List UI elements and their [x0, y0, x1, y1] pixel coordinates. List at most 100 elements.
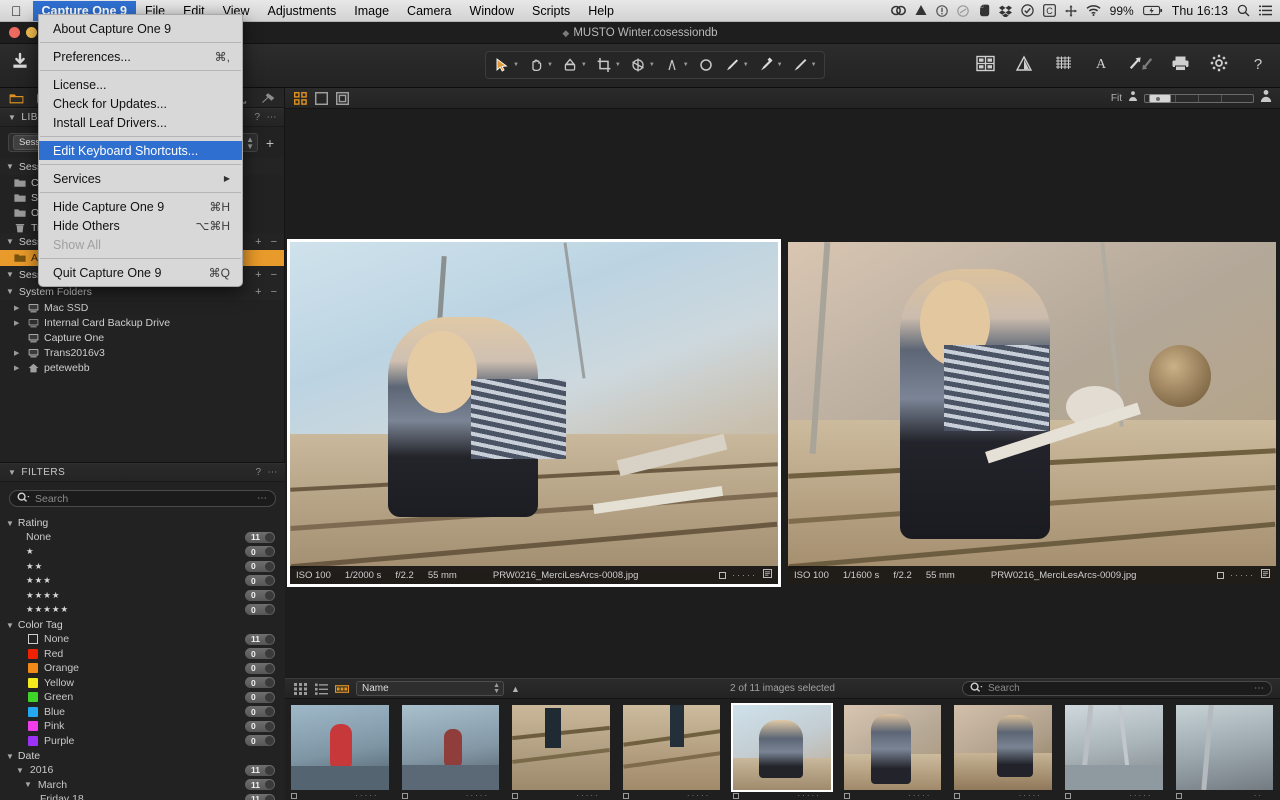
moire-grid-icon[interactable]: [1051, 51, 1075, 75]
filter-row-rating-5[interactable]: ★★★★★ 0: [0, 603, 285, 618]
filter-row-color-pink[interactable]: Pink 0: [0, 719, 285, 734]
thumbnail-5[interactable]: ····· PRW0216_...rcs-0009.jpg: [838, 702, 948, 800]
color-tag-badge[interactable]: [733, 792, 740, 799]
menu-item-edit-keyboard-shortcuts[interactable]: Edit Keyboard Shortcuts...: [39, 141, 242, 160]
help-icon[interactable]: ?: [254, 112, 260, 123]
sort-direction-icon[interactable]: ▲: [511, 684, 520, 694]
filters-search-field[interactable]: Search ⋯: [9, 490, 276, 507]
keystone-tool[interactable]: ▼: [660, 54, 692, 76]
spotlight-search-icon[interactable]: [1237, 4, 1250, 17]
spot-removal-tool[interactable]: [694, 54, 718, 76]
menu-item-install-leaf-drivers[interactable]: Install Leaf Drivers...: [39, 113, 242, 132]
exposure-warning-icon[interactable]: [1012, 51, 1036, 75]
chevron-down-icon[interactable]: ▼: [16, 766, 24, 775]
menu-camera[interactable]: Camera: [398, 1, 460, 21]
grid-view-icon[interactable]: [293, 682, 307, 695]
multi-view-icon[interactable]: [293, 91, 308, 105]
rating-dots[interactable]: ·····: [1129, 791, 1162, 800]
filter-row-color-green[interactable]: Green 0: [0, 690, 285, 705]
thumbnail-4[interactable]: ····· PRW0216_...rcs-0008.jpg: [727, 702, 837, 800]
remove-favorite-button[interactable]: −: [271, 269, 277, 281]
white-balance-picker-tool[interactable]: ▼: [558, 54, 590, 76]
cursor-tool[interactable]: ▼: [490, 54, 522, 76]
erase-mask-tool[interactable]: ▼: [754, 54, 786, 76]
crop-tool[interactable]: ▼: [592, 54, 624, 76]
zoom-fit-label[interactable]: Fit: [1111, 93, 1122, 104]
rating-dots[interactable]: ·····: [732, 570, 757, 580]
color-tag-badge[interactable]: [1064, 792, 1071, 799]
disclosure-triangle-icon[interactable]: ▶: [14, 304, 22, 312]
menu-item-hide-others[interactable]: Hide Others ⌥⌘H: [39, 216, 242, 235]
filters-section-header[interactable]: ▼ FILTERS ? ⋯: [0, 463, 285, 482]
rating-dots[interactable]: ·····: [355, 791, 388, 800]
menu-item-check-for-updates[interactable]: Check for Updates...: [39, 94, 242, 113]
disclosure-triangle-icon[interactable]: ▶: [14, 349, 22, 357]
tree-row-capture-one[interactable]: Capture One: [0, 330, 284, 345]
gear-icon[interactable]: [1207, 51, 1231, 75]
rating-dots[interactable]: ·····: [576, 791, 609, 800]
library-tab[interactable]: [8, 91, 24, 105]
filter-row-date-friday-18[interactable]: Friday 18 11: [0, 792, 285, 800]
tree-row-trans2016v3[interactable]: ▶ Trans2016v3: [0, 345, 284, 360]
copy-clipboard-icon[interactable]: C: [1042, 4, 1056, 17]
more-options-icon[interactable]: ⋯: [267, 112, 278, 123]
menu-window[interactable]: Window: [461, 1, 523, 21]
tools-hammer-tab[interactable]: [260, 91, 276, 105]
sort-field-dropdown[interactable]: Name ▲ ▼: [356, 681, 504, 696]
tree-row-internal-card-backup-drive[interactable]: ▶ Internal Card Backup Drive: [0, 315, 284, 330]
battery-icon[interactable]: [1142, 5, 1163, 16]
disclosure-triangle-icon[interactable]: ▶: [14, 364, 22, 372]
import-icon[interactable]: [8, 50, 32, 74]
zoom-slider-knob[interactable]: [1149, 93, 1171, 103]
thumbnail-2[interactable]: ····· PRW0216_...rcs-0004.jpg: [506, 702, 616, 800]
rating-dots[interactable]: ·····: [466, 791, 499, 800]
move-cursor-icon[interactable]: [1065, 5, 1077, 17]
color-tag-badge[interactable]: [843, 792, 850, 799]
filter-row-color-blue[interactable]: Blue 0: [0, 705, 285, 720]
wifi-icon[interactable]: [1086, 5, 1101, 16]
rating-dots[interactable]: ·····: [1230, 570, 1255, 580]
rating-dots[interactable]: ·····: [797, 791, 830, 800]
menu-adjustments[interactable]: Adjustments: [259, 1, 346, 21]
color-tag-badge[interactable]: [291, 792, 297, 799]
menu-item-license[interactable]: License...: [39, 75, 242, 94]
thumbnail-1[interactable]: ····· PRW0216_...rcs-0003.jpg: [396, 702, 506, 800]
rating-dots[interactable]: ·····: [1019, 791, 1052, 800]
viewer-photo-1[interactable]: ISO 100 1/2000 s f/2.2 55 mm PRW0216_Mer…: [287, 239, 781, 587]
zoom-slider[interactable]: [1144, 93, 1254, 103]
filters-search-options-icon[interactable]: ⋯: [257, 493, 268, 504]
add-album-button[interactable]: +: [255, 236, 261, 248]
remove-folder-button[interactable]: −: [271, 286, 277, 298]
rotate-tool[interactable]: ▼: [626, 54, 658, 76]
thumbnail-7[interactable]: ····· PRW0216_...rcs-0011.jpg: [1059, 702, 1169, 800]
filter-row-date-2016[interactable]: ▼ 2016 11: [0, 763, 285, 778]
filter-row-rating-2[interactable]: ★★ 0: [0, 559, 285, 574]
tree-row-petewebb[interactable]: ▶ petewebb: [0, 360, 284, 375]
menu-item-hide-capture-one-9[interactable]: Hide Capture One 9 ⌘H: [39, 197, 242, 216]
filmstrip-view-icon[interactable]: [335, 682, 349, 695]
menu-scripts[interactable]: Scripts: [523, 1, 579, 21]
close-button[interactable]: [9, 27, 20, 38]
draw-mask-brush-tool[interactable]: ▼: [720, 54, 752, 76]
more-options-icon[interactable]: ⋯: [268, 467, 279, 478]
filter-row-color-orange[interactable]: Orange 0: [0, 661, 285, 676]
alert-circle-icon[interactable]: [935, 4, 948, 17]
browser-search-options-icon[interactable]: ⋯: [1254, 683, 1264, 694]
help-icon[interactable]: ?: [255, 467, 261, 478]
thumbnail-0[interactable]: ····· PRW0216_...rcs-0002.jpg: [285, 702, 395, 800]
color-tag-badge[interactable]: [719, 571, 726, 579]
color-tag-badge[interactable]: [954, 792, 961, 799]
filter-row-rating-3[interactable]: ★★★ 0: [0, 574, 285, 589]
google-drive-icon[interactable]: [915, 5, 927, 16]
checkmark-box-icon[interactable]: [1020, 4, 1034, 17]
list-view-icon[interactable]: [314, 682, 328, 695]
menu-item-services[interactable]: Services ▶: [39, 169, 242, 188]
checkbox-icon[interactable]: [28, 634, 38, 645]
rating-dots[interactable]: ·····: [687, 791, 720, 800]
menu-item-quit-capture-one-9[interactable]: Quit Capture One 9 ⌘Q: [39, 263, 242, 282]
cloud-sync-icon[interactable]: [890, 5, 906, 16]
add-favorite-button[interactable]: +: [255, 269, 261, 281]
filter-row-date-march[interactable]: ▼ March 11: [0, 778, 285, 793]
filter-row-color-purple[interactable]: Purple 0: [0, 734, 285, 749]
gradient-mask-tool[interactable]: ▼: [788, 54, 820, 76]
